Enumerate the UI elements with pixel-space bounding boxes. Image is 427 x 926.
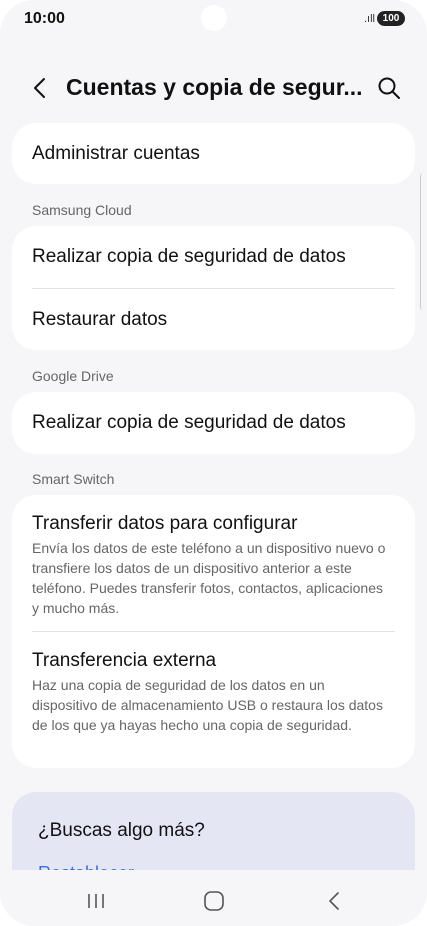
google-drive-card[interactable]: Realizar copia de seguridad de datos	[12, 392, 415, 454]
divider	[32, 631, 395, 632]
nav-back-icon[interactable]	[314, 886, 354, 916]
search-icon[interactable]	[375, 74, 403, 102]
samsung-restore-item[interactable]: Restaurar datos	[32, 309, 167, 331]
samsung-backup-item[interactable]: Realizar copia de seguridad de datos	[32, 246, 346, 268]
looking-for-more-title: ¿Buscas algo más?	[38, 820, 205, 841]
scrollbar[interactable]	[420, 173, 427, 310]
back-arrow-icon[interactable]	[26, 72, 56, 104]
divider	[32, 288, 395, 289]
manage-accounts-label: Administrar cuentas	[32, 143, 200, 164]
phone-screen: 10:00 .ıll 100 Cuentas y copia de segur.…	[0, 0, 427, 926]
manage-accounts-card[interactable]: Administrar cuentas	[12, 123, 415, 184]
status-bar: 10:00 .ıll 100	[0, 0, 427, 40]
samsung-cloud-card: Realizar copia de seguridad de datos Res…	[12, 226, 415, 350]
signal-icon: .ıll	[364, 13, 375, 25]
smart-switch-card: Transferir datos para configurar Envía l…	[12, 495, 415, 768]
section-google-drive: Google Drive	[32, 368, 114, 384]
external-transfer-description: Haz una copia de seguridad de los datos …	[32, 677, 383, 733]
app-header: Cuentas y copia de segur...	[0, 68, 427, 108]
camera-cutout	[201, 5, 227, 31]
navigation-bar	[0, 870, 427, 926]
status-time: 10:00	[24, 10, 65, 27]
battery-icon: 100	[377, 11, 405, 26]
transfer-title: Transferir datos para configurar	[32, 513, 298, 534]
transfer-description: Envía los datos de este teléfono a un di…	[32, 540, 386, 616]
external-transfer-title: Transferencia externa	[32, 650, 217, 671]
home-icon[interactable]	[194, 886, 234, 916]
page-title: Cuentas y copia de segur...	[66, 74, 363, 100]
section-smart-switch: Smart Switch	[32, 471, 115, 487]
recents-icon[interactable]	[76, 886, 116, 916]
google-backup-item: Realizar copia de seguridad de datos	[32, 412, 346, 433]
section-samsung-cloud: Samsung Cloud	[32, 202, 132, 218]
